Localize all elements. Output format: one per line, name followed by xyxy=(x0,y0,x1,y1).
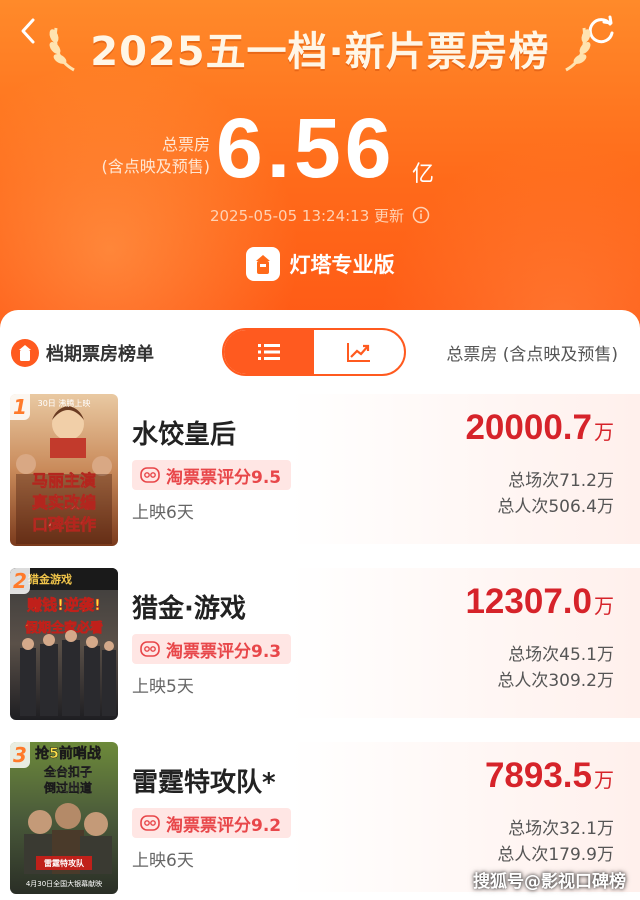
lighthouse-badge-icon xyxy=(11,339,39,367)
total-admissions: 总人次179.9万 xyxy=(497,845,614,865)
box-office-unit: 万 xyxy=(594,768,614,792)
total-admissions: 总人次506.4万 xyxy=(497,497,614,517)
total-unit: 亿 xyxy=(412,162,435,187)
laurel-left-icon xyxy=(49,27,76,72)
panel-header: 档期票房榜单 总票房 (含点映及预售) xyxy=(0,326,640,378)
total-label: 总票房 (含点映及预售) xyxy=(102,134,211,178)
sum-column-label: 总票房 (含点映及预售) xyxy=(446,345,618,365)
total-shows: 总场次32.1万 xyxy=(508,819,614,839)
list-icon xyxy=(258,344,280,360)
poster-caption: 全台扣子 xyxy=(43,764,92,779)
total-value: 6.56 xyxy=(216,101,396,195)
poster-caption: 真实改编 xyxy=(32,493,96,512)
lighthouse-icon xyxy=(255,255,270,274)
total-admissions: 总人次309.2万 xyxy=(497,671,614,691)
poster-caption: 赚钱!逆袭! xyxy=(26,596,101,614)
rating-text: 淘票票评分9.5 xyxy=(166,467,282,488)
rank-badge: 3 xyxy=(10,742,30,768)
box-office: 12307.0 万 xyxy=(465,582,614,622)
box-office-unit: 万 xyxy=(594,420,614,444)
list-view-button[interactable] xyxy=(224,330,314,374)
poster-bottom-text: 4月30日全国大银幕献映 xyxy=(26,879,102,888)
movie-title[interactable]: 水饺皇后 xyxy=(132,414,236,451)
box-office-unit: 万 xyxy=(594,594,614,618)
rating-text: 淘票票评分9.3 xyxy=(166,641,282,662)
box-office-value: 7893.5 xyxy=(484,756,592,795)
brand-row: 灯塔专业版 xyxy=(0,246,640,282)
poster-caption: 口碑佳作 xyxy=(32,515,96,534)
movie-title[interactable]: 雷霆特攻队* xyxy=(132,762,276,799)
watermark: 搜狐号@影视口碑榜 xyxy=(473,872,626,892)
poster-top-text: 30日 沸腾上映 xyxy=(38,398,91,408)
laurel-right-icon xyxy=(564,27,591,72)
update-time: 2025-05-05 13:24:13 更新 xyxy=(209,206,405,225)
days-released: 上映5天 xyxy=(132,677,194,697)
ranking-panel: 档期票房榜单 总票房 (含点映及预售) 30日 沸腾上映 马丽主演 真实改编 口… xyxy=(0,310,640,900)
rating-badge: 淘票票评分9.5 xyxy=(132,460,292,490)
brand-logo xyxy=(245,247,280,281)
total-shows: 总场次71.2万 xyxy=(508,471,614,491)
box-office: 7893.5 万 xyxy=(485,756,614,796)
movie-row[interactable]: 30日 沸腾上映 马丽主演 真实改编 口碑佳作 1 水饺皇后 淘票票评分9.5 … xyxy=(0,394,640,568)
total-label-main: 总票房 xyxy=(161,135,210,154)
rank-badge: 1 xyxy=(10,394,30,420)
list-title-wrap: 档期票房榜单 xyxy=(10,338,154,368)
view-toggle xyxy=(222,328,406,376)
box-office-value: 12307.0 xyxy=(465,582,592,621)
trend-chart-icon xyxy=(347,343,370,362)
title-row: 2025五一档·新片票房榜 xyxy=(0,20,640,76)
box-office: 20000.7 万 xyxy=(465,408,614,448)
rating-badge: 淘票票评分9.2 xyxy=(132,808,292,838)
poster-caption: 抢5前哨战 xyxy=(35,745,101,762)
update-time-row: 2025-05-05 13:24:13 更新 xyxy=(0,204,640,226)
list-title: 档期票房榜单 xyxy=(46,344,154,365)
movie-row[interactable]: 猎金游戏 赚钱!逆袭! 假期全家必看 2 猎金·游戏 淘票票评分9.3 上映5天… xyxy=(0,568,640,742)
days-released: 上映6天 xyxy=(132,851,194,871)
total-label-note: (含点映及预售) xyxy=(101,157,211,176)
movie-list: 30日 沸腾上映 马丽主演 真实改编 口碑佳作 1 水饺皇后 淘票票评分9.5 … xyxy=(0,394,640,900)
rating-text: 淘票票评分9.2 xyxy=(166,815,282,836)
taopiaopiao-icon xyxy=(140,815,160,831)
poster-caption: 马丽主演 xyxy=(32,471,96,490)
poster-title: 雷霆特攻队 xyxy=(44,858,85,868)
rating-badge: 淘票票评分9.3 xyxy=(132,634,292,664)
taopiaopiao-icon xyxy=(140,467,160,483)
taopiaopiao-icon xyxy=(140,641,160,657)
total-shows: 总场次45.1万 xyxy=(508,645,614,665)
rank-badge: 2 xyxy=(10,568,30,594)
brand-name: 灯塔专业版 xyxy=(289,253,395,277)
chart-view-button[interactable] xyxy=(314,330,404,374)
info-icon[interactable] xyxy=(412,206,430,224)
poster-caption: 假期全家必看 xyxy=(25,620,103,636)
movie-title[interactable]: 猎金·游戏 xyxy=(132,588,246,625)
days-released: 上映6天 xyxy=(132,503,194,523)
poster-caption: 倒过出道 xyxy=(43,780,92,795)
poster-top-text: 猎金游戏 xyxy=(28,572,72,586)
box-office-value: 20000.7 xyxy=(465,408,592,447)
total-box-office: 总票房 (含点映及预售) 6.56 亿 xyxy=(0,100,640,200)
page-title: 2025五一档·新片票房榜 xyxy=(90,29,550,75)
